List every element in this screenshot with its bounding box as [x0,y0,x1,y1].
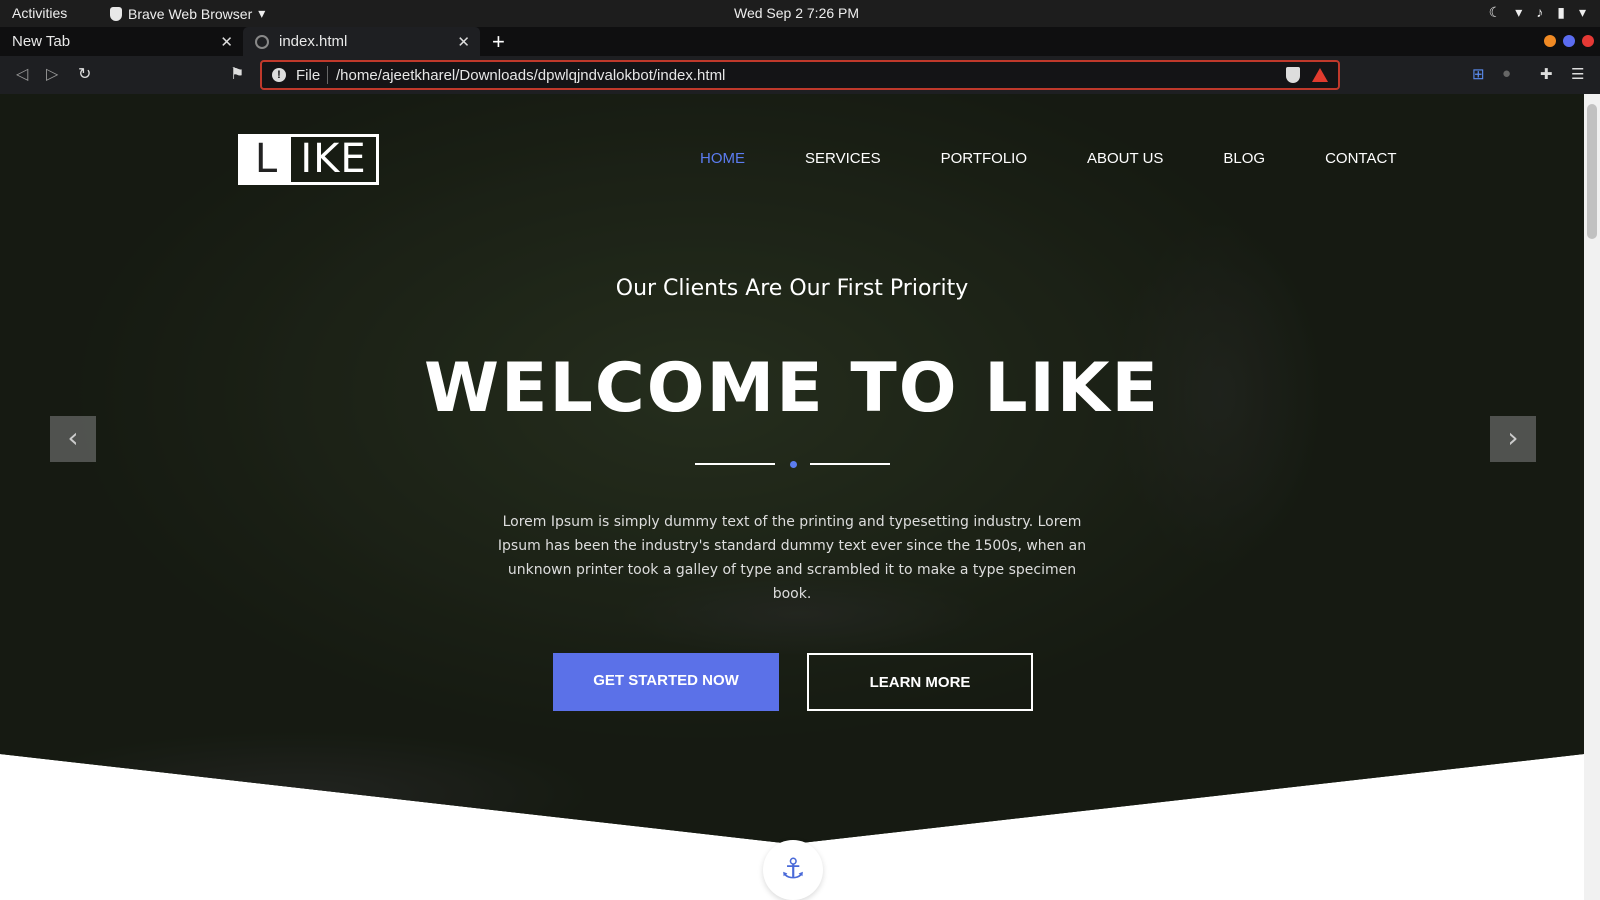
brave-lion-icon [110,6,122,21]
hero-description: Lorem Ipsum is simply dummy text of the … [497,514,1087,602]
tab-index-html[interactable]: index.html ✕ [243,27,480,56]
extension-icon[interactable]: ● [1502,65,1511,82]
page-scrollbar[interactable] [1584,94,1600,900]
clock[interactable]: Wed Sep 2 7:26 PM [734,5,859,21]
web-page: L IKE HOME SERVICES PORTFOLIO ABOUT US B… [0,94,1584,900]
brave-rewards-icon[interactable] [1312,68,1328,82]
night-light-icon: ☾ [1488,4,1502,20]
back-icon[interactable]: ◁ [16,64,28,84]
globe-icon [255,34,269,49]
reload-icon[interactable]: ↻ [78,64,91,84]
logo-letter: L [241,137,291,182]
window-controls [1544,35,1594,47]
title-divider [695,461,890,468]
battery-icon: ▮ [1557,4,1565,20]
learn-more-button[interactable]: LEARN MORE [807,653,1033,711]
browser-toolbar: ◁ ▷ ↻ ⚑ ! File /home/ajeetkharel/Downloa… [0,56,1600,94]
nav-home[interactable]: HOME [700,150,745,167]
nav-contact[interactable]: CONTACT [1325,150,1396,167]
slider-next-arrow[interactable]: › [1490,416,1536,462]
divider-dot [790,461,797,468]
scrollbar-thumb[interactable] [1587,104,1597,239]
menu-icon[interactable]: ☰ [1571,65,1584,83]
translate-icon[interactable]: ⊞ [1472,65,1485,83]
maximize-button[interactable] [1563,35,1575,47]
caret-down-icon: ▾ [258,5,266,21]
close-icon[interactable]: ✕ [220,33,233,51]
nav-blog[interactable]: BLOG [1223,150,1265,167]
hero-title: WELCOME TO LIKE [424,349,1160,428]
close-window-button[interactable] [1582,35,1594,47]
close-icon[interactable]: ✕ [457,33,470,51]
app-menu[interactable]: Brave Web Browser ▾ [110,5,265,22]
site-logo[interactable]: L IKE [238,134,379,185]
url-text[interactable]: /home/ajeetkharel/Downloads/dpwlqjndvalo… [336,67,725,84]
hero-subtitle: Our Clients Are Our First Priority [615,276,969,301]
tab-label: index.html [279,33,348,50]
app-menu-label: Brave Web Browser [128,5,253,22]
main-nav: HOME SERVICES PORTFOLIO ABOUT US BLOG CO… [700,150,1396,167]
get-started-button[interactable]: GET STARTED NOW [553,653,779,711]
new-tab-button[interactable]: + [492,29,505,55]
activities-button[interactable]: Activities [12,5,67,21]
extensions-puzzle-icon[interactable]: ✚ [1540,65,1553,83]
tab-bar: New Tab ✕ index.html ✕ + [0,27,1600,56]
tab-new-tab[interactable]: New Tab ✕ [0,27,243,56]
tab-label: New Tab [12,33,71,50]
hero-background [0,94,1584,844]
divider [327,66,328,84]
minimize-button[interactable] [1544,35,1556,47]
address-bar[interactable]: ! File /home/ajeetkharel/Downloads/dpwlq… [260,60,1340,90]
system-tray[interactable]: ☾ ▾ ♪ ▮ ▾ [1489,4,1586,21]
nav-portfolio[interactable]: PORTFOLIO [941,150,1027,167]
scheme-label: File [296,67,321,84]
site-info-icon[interactable]: ! [272,68,286,82]
brave-shields-icon[interactable] [1286,67,1300,83]
divider-line [810,463,890,465]
forward-icon[interactable]: ▷ [46,64,58,84]
caret-down-icon: ▾ [1578,4,1586,20]
bookmark-icon[interactable]: ⚑ [230,64,244,84]
wifi-icon: ▾ [1515,4,1523,20]
divider-line [695,463,775,465]
nav-services[interactable]: SERVICES [805,150,881,167]
logo-text: IKE [300,136,367,182]
slider-prev-arrow[interactable]: ‹ [50,416,96,462]
nav-about-us[interactable]: ABOUT US [1087,150,1163,167]
volume-icon: ♪ [1536,4,1544,20]
system-top-bar: Activities Brave Web Browser ▾ Wed Sep 2… [0,0,1600,27]
anchor-icon[interactable]: ⚓ [763,840,823,900]
